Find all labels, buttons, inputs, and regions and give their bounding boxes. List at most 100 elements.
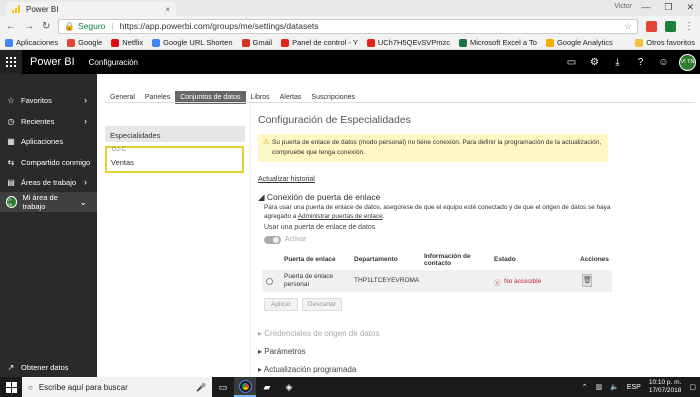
url-bar[interactable]: 🔒 Seguro | https://app.powerbi.com/group… (58, 18, 638, 34)
dataset-item-gjc[interactable]: GJ-C (112, 147, 126, 153)
bookmark-gmail[interactable]: Gmail (241, 38, 272, 47)
extension-icon[interactable] (665, 20, 676, 32)
nav-label: Compartido conmigo (21, 157, 91, 167)
url-text[interactable]: https://app.powerbi.com/groups/me/settin… (120, 21, 319, 31)
dataset-item-highlight: GJ-C Ventas (105, 146, 244, 173)
google-icon (67, 38, 76, 47)
bookmark-analytics[interactable]: Google Analytics (545, 38, 613, 47)
manage-gateways-link[interactable]: Administrar puertas de enlace (298, 213, 383, 220)
notifications-icon[interactable]: ▭ (560, 50, 583, 74)
bookmark-youtube-channel[interactable]: UCh7H5QEvSVPmzc (366, 38, 450, 47)
section-parameters[interactable]: ▸ Parámetros (258, 347, 306, 356)
language-indicator[interactable]: ESP (627, 384, 641, 391)
nav-item-aplicaciones[interactable]: ▦ Aplicaciones (0, 131, 97, 151)
section-credentials[interactable]: ▸ Credenciales de origen de datos (258, 329, 379, 338)
settings-gear-icon[interactable]: ⚙ (583, 50, 606, 74)
table-row[interactable]: Puerta de enlace personal THP1LTCEYEVROM… (262, 270, 612, 292)
youtube-icon (366, 38, 375, 47)
tray-arrow-icon[interactable]: ⌃ (582, 383, 588, 391)
gateway-section-header[interactable]: ◢ Conexión de puerta de enlace (258, 192, 380, 203)
section-label: Parámetros (264, 347, 306, 356)
clock-time: 10:10 p. m. (648, 379, 682, 386)
dataset-item-especialidades[interactable]: Especialidades (105, 126, 245, 142)
nav-item-recientes[interactable]: ◷ Recientes › (0, 111, 97, 131)
powerbi-header: Power BI Configuración ▭ ⚙ ⤓ ? ☺ VI TN (0, 50, 700, 74)
search-placeholder: Escribe aquí para buscar (38, 382, 128, 392)
warning-text: Su puerta de enlace de datos (modo perso… (272, 139, 602, 156)
panel-divider (250, 103, 251, 377)
section-label: Credenciales de origen de datos (264, 329, 380, 338)
section-scheduled-refresh[interactable]: ▸ Actualización programada (258, 365, 356, 374)
app-icon[interactable]: ▰ (256, 377, 278, 397)
clock[interactable]: 10:10 p. m. 17/07/2018 (649, 379, 682, 395)
extension-icon[interactable] (646, 20, 657, 32)
col-gateway: Puerta de enlace (284, 256, 336, 263)
brand-title[interactable]: Power BI (30, 56, 75, 68)
restore-icon[interactable]: ❐ (664, 2, 672, 13)
help-icon[interactable]: ? (629, 50, 652, 74)
header-actions: ▭ ⚙ ⤓ ? ☺ VI TN (560, 50, 700, 74)
nav-item-areas-trabajo[interactable]: ▤ Áreas de trabajo › (0, 172, 97, 192)
menu-icon[interactable]: ⋮ (684, 21, 694, 32)
notifications-center-icon[interactable]: ▢ (689, 383, 696, 391)
profile-name[interactable]: Victor (614, 3, 632, 10)
nav-item-compartido[interactable]: ⇆ Compartido conmigo (0, 152, 97, 172)
bookmark-youtube-panel[interactable]: Panel de control - Y (281, 38, 358, 47)
chevron-right-icon: › (84, 95, 87, 105)
row-radio[interactable] (266, 278, 273, 285)
bookmarks-bar: Aplicaciones Google Netflix Google URL S… (0, 36, 700, 50)
apply-button[interactable]: Aplicar (264, 298, 298, 311)
feedback-smiley-icon[interactable]: ☺ (652, 50, 675, 74)
section-label: Actualización programada (263, 365, 357, 374)
system-tray: ⌃ ▥ 🔈 ESP 10:10 p. m. 17/07/2018 ▢ (582, 379, 700, 395)
warning-banner: ⚠ Su puerta de enlace de datos (modo per… (258, 134, 608, 162)
reload-icon[interactable]: ↻ (42, 21, 50, 32)
discard-button[interactable]: Descartar (302, 298, 342, 311)
app-icon[interactable]: ◈ (278, 377, 300, 397)
bookmark-google[interactable]: Google (67, 38, 102, 47)
bookmark-url-shortener[interactable]: Google URL Shorten (152, 38, 233, 47)
nav-item-favoritos[interactable]: ☆ Favoritos › (0, 90, 97, 110)
forward-icon[interactable]: → (24, 21, 34, 32)
bookmark-star-icon[interactable]: ☆ (624, 21, 632, 32)
network-icon[interactable]: ▥ (595, 383, 602, 391)
url-separator: | (111, 21, 114, 31)
close-window-icon[interactable]: ✕ (686, 2, 694, 13)
apps-grid-icon: ▦ (7, 136, 15, 146)
trash-icon[interactable]: 🗑 (582, 274, 592, 287)
refresh-history-link[interactable]: Actualizar historial (258, 176, 315, 183)
apps-icon (5, 38, 13, 47)
bookmark-excel[interactable]: Microsoft Excel a To (458, 38, 537, 47)
back-icon[interactable]: ← (6, 21, 16, 32)
bookmark-netflix[interactable]: Netflix (111, 38, 143, 47)
windows-start-icon[interactable] (0, 377, 22, 397)
volume-icon[interactable]: 🔈 (610, 383, 619, 391)
chrome-icon[interactable] (234, 377, 256, 397)
tab-close-icon[interactable]: × (165, 5, 170, 14)
error-icon: ⓧ (494, 280, 501, 287)
nav-label: Favoritos (21, 95, 52, 105)
window-controls: — ❐ ✕ (641, 2, 694, 13)
microphone-icon[interactable]: 🎤 (196, 383, 206, 392)
cell-status: No accesible (504, 278, 542, 285)
tab-title: Power BI (26, 4, 59, 14)
taskbar-search[interactable]: ○ Escribe aquí para buscar 🎤 (22, 377, 212, 397)
dataset-item-ventas[interactable]: Ventas (111, 158, 134, 167)
task-view-icon[interactable]: ▭ (212, 377, 234, 397)
nav-item-mi-area[interactable]: VI TN Mi área de trabajo ⌄ (0, 192, 97, 212)
other-bookmarks[interactable]: Otros favoritos (635, 38, 695, 47)
period: . (382, 213, 385, 220)
left-nav: ☆ Favoritos › ◷ Recientes › ▦ Aplicacion… (0, 74, 97, 377)
avatar[interactable]: VI TN (679, 53, 696, 71)
nav-label: Mi área de trabajo (22, 193, 58, 211)
browser-tab[interactable]: Power BI × (6, 2, 176, 16)
minimize-icon[interactable]: — (641, 2, 650, 13)
bookmark-apps[interactable]: Aplicaciones (5, 38, 58, 47)
caret-right-icon: ▸ (258, 329, 263, 338)
col-status: Estado (494, 256, 516, 263)
app-launcher-icon[interactable] (0, 50, 22, 74)
chevron-right-icon: › (84, 177, 87, 187)
gateway-toggle[interactable] (264, 236, 281, 244)
download-icon[interactable]: ⤓ (606, 50, 629, 74)
nav-item-obtener-datos[interactable]: ↗ Obtener datos (0, 357, 97, 377)
